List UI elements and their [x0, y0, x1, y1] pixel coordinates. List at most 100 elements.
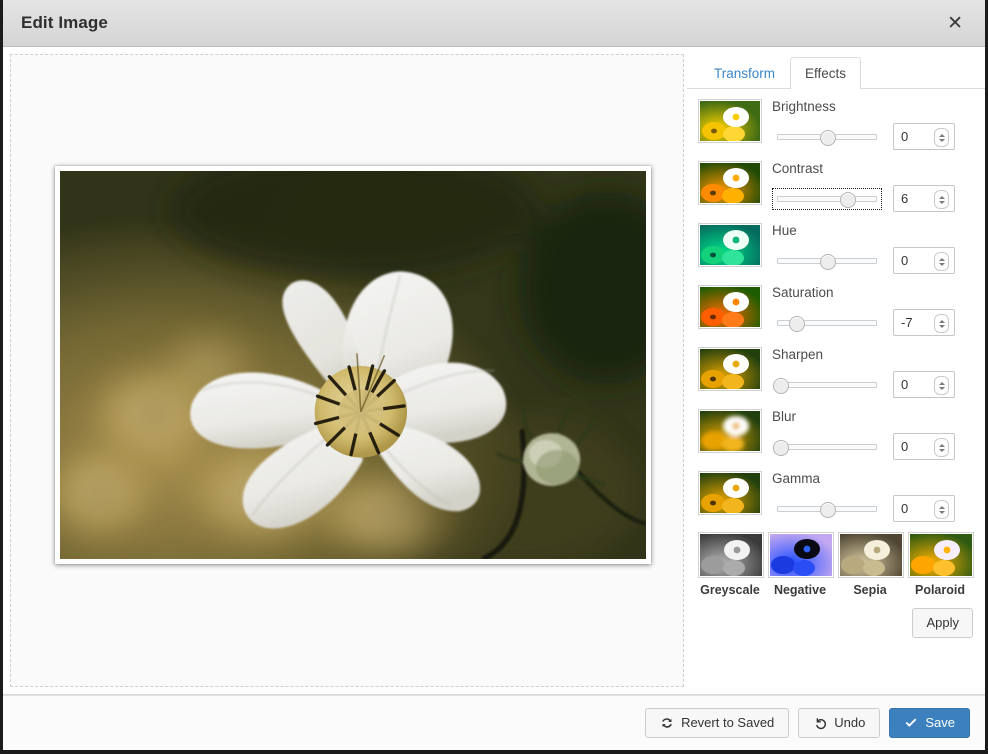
effect-label-hue: Hue [772, 223, 973, 238]
effect-thumbnail-gamma[interactable] [699, 472, 761, 514]
preset-thumbnail-sepia[interactable] [839, 533, 903, 577]
slider-saturation[interactable] [777, 316, 877, 330]
effect-thumbnail-saturation[interactable] [699, 286, 761, 328]
effect-value-gamma[interactable] [893, 495, 955, 522]
effect-thumbnail-contrast[interactable] [699, 162, 761, 204]
blur-input[interactable] [894, 434, 938, 459]
apply-button[interactable]: Apply [912, 608, 973, 638]
slider-box-hue [772, 250, 882, 272]
sharpen-input[interactable] [894, 372, 938, 397]
effect-label-gamma: Gamma [772, 471, 973, 486]
slider-handle-brightness[interactable] [820, 130, 836, 146]
slider-handle-gamma[interactable] [820, 502, 836, 518]
preset-label-negative: Negative [769, 583, 831, 597]
slider-box-contrast [772, 188, 882, 210]
slider-hue[interactable] [777, 254, 877, 268]
effect-label-contrast: Contrast [772, 161, 973, 176]
spinner-blur[interactable] [934, 438, 949, 457]
refresh-icon [660, 716, 674, 730]
save-button[interactable]: Save [889, 708, 970, 738]
image-canvas[interactable] [10, 54, 684, 687]
tab-effects[interactable]: Effects [790, 57, 861, 89]
slider-track [777, 444, 877, 450]
preset-thumbnail-greyscale[interactable] [699, 533, 763, 577]
effects-list: Brightness [687, 89, 985, 694]
slider-box-sharpen [772, 374, 882, 396]
close-icon[interactable]: ✕ [941, 12, 969, 35]
gamma-input[interactable] [894, 496, 938, 521]
effect-value-saturation[interactable] [893, 309, 955, 336]
brightness-input[interactable] [894, 124, 938, 149]
effect-row-gamma: Gamma [699, 471, 973, 526]
spinner-sharpen[interactable] [934, 376, 949, 395]
slider-handle-sharpen[interactable] [773, 378, 789, 394]
slider-sharpen[interactable] [777, 378, 877, 392]
preset-sepia[interactable]: Sepia [839, 533, 901, 597]
edit-panel: Transform Effects Brightness [687, 47, 985, 694]
edit-image-dialog: Edit Image ✕ [0, 0, 988, 754]
slider-brightness[interactable] [777, 130, 877, 144]
slider-handle-contrast[interactable] [840, 192, 856, 208]
dialog-body: Transform Effects Brightness [3, 47, 985, 695]
effect-row-saturation: Saturation [699, 285, 973, 340]
undo-arrow-icon [813, 716, 827, 730]
undo-button[interactable]: Undo [798, 708, 880, 738]
revert-to-saved-button[interactable]: Revert to Saved [645, 708, 789, 738]
contrast-input[interactable] [894, 186, 938, 211]
spinner-saturation[interactable] [934, 314, 949, 333]
slider-box-brightness [772, 126, 882, 148]
dialog-titlebar: Edit Image ✕ [3, 0, 985, 47]
preset-thumbnail-negative[interactable] [769, 533, 833, 577]
preset-greyscale[interactable]: Greyscale [699, 533, 761, 597]
dialog-title: Edit Image [21, 13, 108, 33]
effect-value-hue[interactable] [893, 247, 955, 274]
preset-label-polaroid: Polaroid [909, 583, 971, 597]
effect-thumbnail-sharpen[interactable] [699, 348, 761, 390]
spinner-brightness[interactable] [934, 128, 949, 147]
slider-gamma[interactable] [777, 502, 877, 516]
effect-thumbnail-blur[interactable] [699, 410, 761, 452]
effect-thumbnail-hue[interactable] [699, 224, 761, 266]
effect-label-brightness: Brightness [772, 99, 973, 114]
slider-box-gamma [772, 498, 882, 520]
effect-row-hue: Hue [699, 223, 973, 278]
effect-value-sharpen[interactable] [893, 371, 955, 398]
preset-polaroid[interactable]: Polaroid [909, 533, 971, 597]
effect-row-brightness: Brightness [699, 99, 973, 154]
preset-negative[interactable]: Negative [769, 533, 831, 597]
effect-row-sharpen: Sharpen [699, 347, 973, 402]
spinner-contrast[interactable] [934, 190, 949, 209]
effect-value-brightness[interactable] [893, 123, 955, 150]
apply-row: Apply [699, 608, 973, 638]
preset-label-sepia: Sepia [839, 583, 901, 597]
check-icon [904, 716, 918, 730]
preset-label-greyscale: Greyscale [699, 583, 761, 597]
dialog-footer: Revert to Saved Undo Save [3, 695, 985, 750]
slider-track [777, 382, 877, 388]
save-label: Save [925, 716, 955, 730]
saturation-input[interactable] [894, 310, 938, 335]
revert-to-saved-label: Revert to Saved [681, 716, 774, 730]
effect-value-blur[interactable] [893, 433, 955, 460]
preset-thumbnail-polaroid[interactable] [909, 533, 973, 577]
effect-label-sharpen: Sharpen [772, 347, 973, 362]
effect-label-saturation: Saturation [772, 285, 973, 300]
effect-thumbnail-brightness[interactable] [699, 100, 761, 142]
preview-image[interactable] [60, 171, 646, 559]
slider-handle-hue[interactable] [820, 254, 836, 270]
effect-label-blur: Blur [772, 409, 973, 424]
hue-input[interactable] [894, 248, 938, 273]
effect-row-contrast: Contrast [699, 161, 973, 216]
slider-handle-saturation[interactable] [789, 316, 805, 332]
slider-handle-blur[interactable] [773, 440, 789, 456]
slider-box-blur [772, 436, 882, 458]
preset-filters: Greyscale Negative Sepia [699, 533, 973, 597]
slider-contrast[interactable] [777, 192, 877, 206]
tab-transform[interactable]: Transform [699, 57, 790, 89]
spinner-hue[interactable] [934, 252, 949, 271]
undo-label: Undo [834, 716, 865, 730]
effect-value-contrast[interactable] [893, 185, 955, 212]
image-frame[interactable] [55, 166, 651, 564]
slider-blur[interactable] [777, 440, 877, 454]
spinner-gamma[interactable] [934, 500, 949, 519]
